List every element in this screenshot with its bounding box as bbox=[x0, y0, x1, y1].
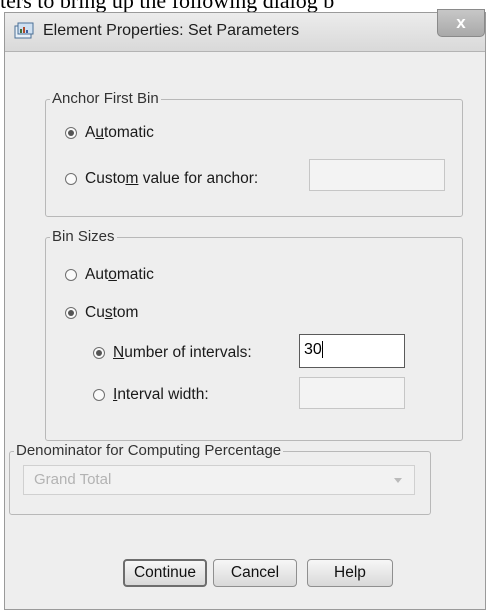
denominator-select[interactable]: Grand Total bbox=[23, 465, 415, 495]
text-caret bbox=[321, 341, 323, 359]
anchor-custom-value-input[interactable] bbox=[309, 159, 445, 191]
anchor-first-bin-legend: Anchor First Bin bbox=[50, 90, 161, 107]
app-icon bbox=[14, 22, 34, 39]
chevron-down-icon bbox=[394, 478, 402, 483]
continue-button[interactable]: Continue bbox=[123, 559, 207, 587]
cancel-button[interactable]: Cancel bbox=[213, 559, 297, 587]
anchor-automatic-label: Automatic bbox=[85, 124, 154, 141]
radio-indicator[interactable] bbox=[93, 389, 105, 401]
radio-indicator[interactable] bbox=[65, 307, 77, 319]
interval-width-input[interactable] bbox=[299, 377, 405, 409]
radio-indicator[interactable] bbox=[65, 173, 77, 185]
number-of-intervals-input[interactable]: 30 bbox=[299, 334, 405, 368]
radio-indicator[interactable] bbox=[93, 347, 105, 359]
bin-sizes-legend: Bin Sizes bbox=[50, 228, 117, 245]
interval-width-label: Interval width: bbox=[113, 386, 209, 403]
anchor-first-bin-group: Anchor First Bin bbox=[45, 90, 463, 217]
title-bar[interactable]: Element Properties: Set Parameters x bbox=[5, 9, 485, 52]
element-properties-dialog: Element Properties: Set Parameters x Anc… bbox=[4, 9, 486, 610]
radio-indicator[interactable] bbox=[65, 127, 77, 139]
denominator-selected-value: Grand Total bbox=[34, 471, 112, 488]
anchor-custom-label: Custom value for anchor: bbox=[85, 170, 259, 187]
close-icon: x bbox=[456, 13, 466, 32]
help-button[interactable]: Help bbox=[307, 559, 393, 587]
close-button[interactable]: x bbox=[437, 9, 485, 37]
bin-automatic-label: Automatic bbox=[85, 266, 154, 283]
number-of-intervals-value: 30 bbox=[304, 341, 322, 358]
dialog-title: Element Properties: Set Parameters bbox=[43, 22, 300, 39]
number-of-intervals-label: Number of intervals: bbox=[113, 344, 252, 361]
bin-custom-label: Custom bbox=[85, 304, 139, 321]
radio-indicator[interactable] bbox=[65, 269, 77, 281]
denominator-legend: Denominator for Computing Percentage bbox=[14, 442, 284, 459]
